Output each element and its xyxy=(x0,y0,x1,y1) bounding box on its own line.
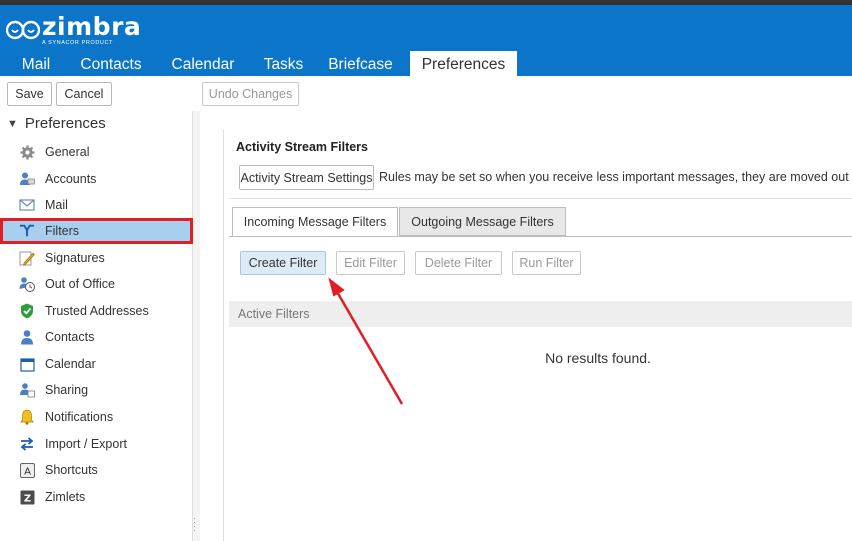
activity-stream-title: Activity Stream Filters xyxy=(236,140,368,154)
activity-stream-description: Rules may be set so when you receive les… xyxy=(379,170,852,184)
filter-icon xyxy=(19,223,35,239)
edit-filter-button[interactable]: Edit Filter xyxy=(336,251,405,275)
active-filters-label: Active Filters xyxy=(238,307,310,321)
splitter-grip[interactable]: · · · · xyxy=(193,514,198,535)
sidebar-item-general[interactable]: General xyxy=(2,141,191,163)
bell-icon xyxy=(19,409,35,425)
sidebar-item-trusted-addresses[interactable]: Trusted Addresses xyxy=(2,300,191,322)
tab-incoming-filters[interactable]: Incoming Message Filters xyxy=(232,207,398,237)
svg-text:A: A xyxy=(24,466,31,477)
sidebar-item-notifications[interactable]: Notifications xyxy=(2,406,191,428)
content-panel-border xyxy=(223,130,224,541)
tab-briefcase[interactable]: Briefcase xyxy=(311,51,410,76)
sidebar-item-out-of-office[interactable]: Out of Office xyxy=(2,273,191,295)
sharing-icon xyxy=(19,382,35,398)
mail-icon xyxy=(19,197,35,213)
svg-text:Z: Z xyxy=(23,493,30,504)
zimlet-icon: Z xyxy=(19,489,35,505)
sidebar-item-label: Import / Export xyxy=(45,437,127,451)
contacts-icon xyxy=(19,329,35,345)
sidebar-item-label: Notifications xyxy=(45,410,114,424)
sidebar-item-calendar[interactable]: Calendar xyxy=(2,353,191,375)
cancel-button[interactable]: Cancel xyxy=(56,82,112,106)
zimbra-logo[interactable]: zimbra A SYNACOR PRODUCT xyxy=(6,13,141,47)
section-divider xyxy=(229,198,852,199)
app-header: zimbra A SYNACOR PRODUCT Mail Contacts C… xyxy=(0,5,852,76)
keyboard-shortcut-icon: A xyxy=(19,462,35,478)
sidebar-item-shortcuts[interactable]: A Shortcuts xyxy=(2,459,191,481)
undo-changes-button[interactable]: Undo Changes xyxy=(202,82,299,106)
zimbra-logo-icon xyxy=(6,20,40,40)
out-of-office-icon xyxy=(19,276,35,292)
active-filters-header: Active Filters xyxy=(229,301,852,327)
tab-tasks[interactable]: Tasks xyxy=(256,51,311,76)
preferences-toolbar: Save Cancel Undo Changes xyxy=(0,76,852,111)
sidebar-item-label: Calendar xyxy=(45,357,96,371)
sidebar-item-label: Sharing xyxy=(45,383,89,397)
logo-wordmark: zimbra xyxy=(42,11,142,41)
sidebar-item-label: Mail xyxy=(45,198,68,212)
shield-check-icon xyxy=(19,303,35,319)
tab-contacts[interactable]: Contacts xyxy=(72,51,150,76)
accounts-icon xyxy=(19,171,35,187)
no-results-message: No results found. xyxy=(545,350,651,366)
sidebar-splitter[interactable] xyxy=(193,111,200,541)
tab-mail[interactable]: Mail xyxy=(0,51,72,76)
sidebar-item-sharing[interactable]: Sharing xyxy=(2,379,191,401)
sidebar-item-label: General xyxy=(45,145,90,159)
sidebar-item-signatures[interactable]: Signatures xyxy=(2,247,191,269)
sidebar-item-mail[interactable]: Mail xyxy=(2,194,191,216)
sidebar-item-label: Zimlets xyxy=(45,490,86,504)
activity-stream-settings-button[interactable]: Activity Stream Settings xyxy=(239,165,374,190)
app-tabs: Mail Contacts Calendar Tasks Briefcase P… xyxy=(0,51,517,76)
tab-calendar[interactable]: Calendar xyxy=(150,51,256,76)
sidebar-item-label: Trusted Addresses xyxy=(45,304,149,318)
tab-outgoing-filters[interactable]: Outgoing Message Filters xyxy=(399,207,566,236)
sidebar-item-label: Contacts xyxy=(45,330,95,344)
delete-filter-button[interactable]: Delete Filter xyxy=(415,251,502,275)
gear-icon xyxy=(19,144,35,160)
sidebar-item-label: Out of Office xyxy=(45,277,115,291)
sidebar-item-label: Shortcuts xyxy=(45,463,98,477)
sidebar-item-label: Accounts xyxy=(45,172,97,186)
save-button[interactable]: Save xyxy=(7,82,52,106)
create-filter-button[interactable]: Create Filter xyxy=(240,251,326,275)
run-filter-button[interactable]: Run Filter xyxy=(512,251,581,275)
sidebar-item-accounts[interactable]: Accounts xyxy=(2,168,191,190)
arrow-head-icon xyxy=(328,277,345,297)
sidebar-item-zimlets[interactable]: Z Zimlets xyxy=(2,486,191,508)
tab-preferences[interactable]: Preferences xyxy=(410,51,517,76)
preferences-tree-root[interactable]: ▼ Preferences xyxy=(7,115,106,132)
sidebar-item-filters[interactable]: Filters xyxy=(0,218,193,244)
sidebar-item-contacts[interactable]: Contacts xyxy=(2,326,191,348)
calendar-icon xyxy=(19,356,35,372)
sidebar-item-label: Signatures xyxy=(45,251,105,265)
collapse-triangle-icon[interactable]: ▼ xyxy=(7,118,18,130)
import-export-icon xyxy=(19,436,35,452)
tree-root-label: Preferences xyxy=(24,115,106,132)
tabs-baseline xyxy=(229,236,852,237)
sidebar-item-import-export[interactable]: Import / Export xyxy=(2,433,191,455)
signature-icon xyxy=(19,250,35,266)
sidebar-item-label: Filters xyxy=(45,224,80,238)
